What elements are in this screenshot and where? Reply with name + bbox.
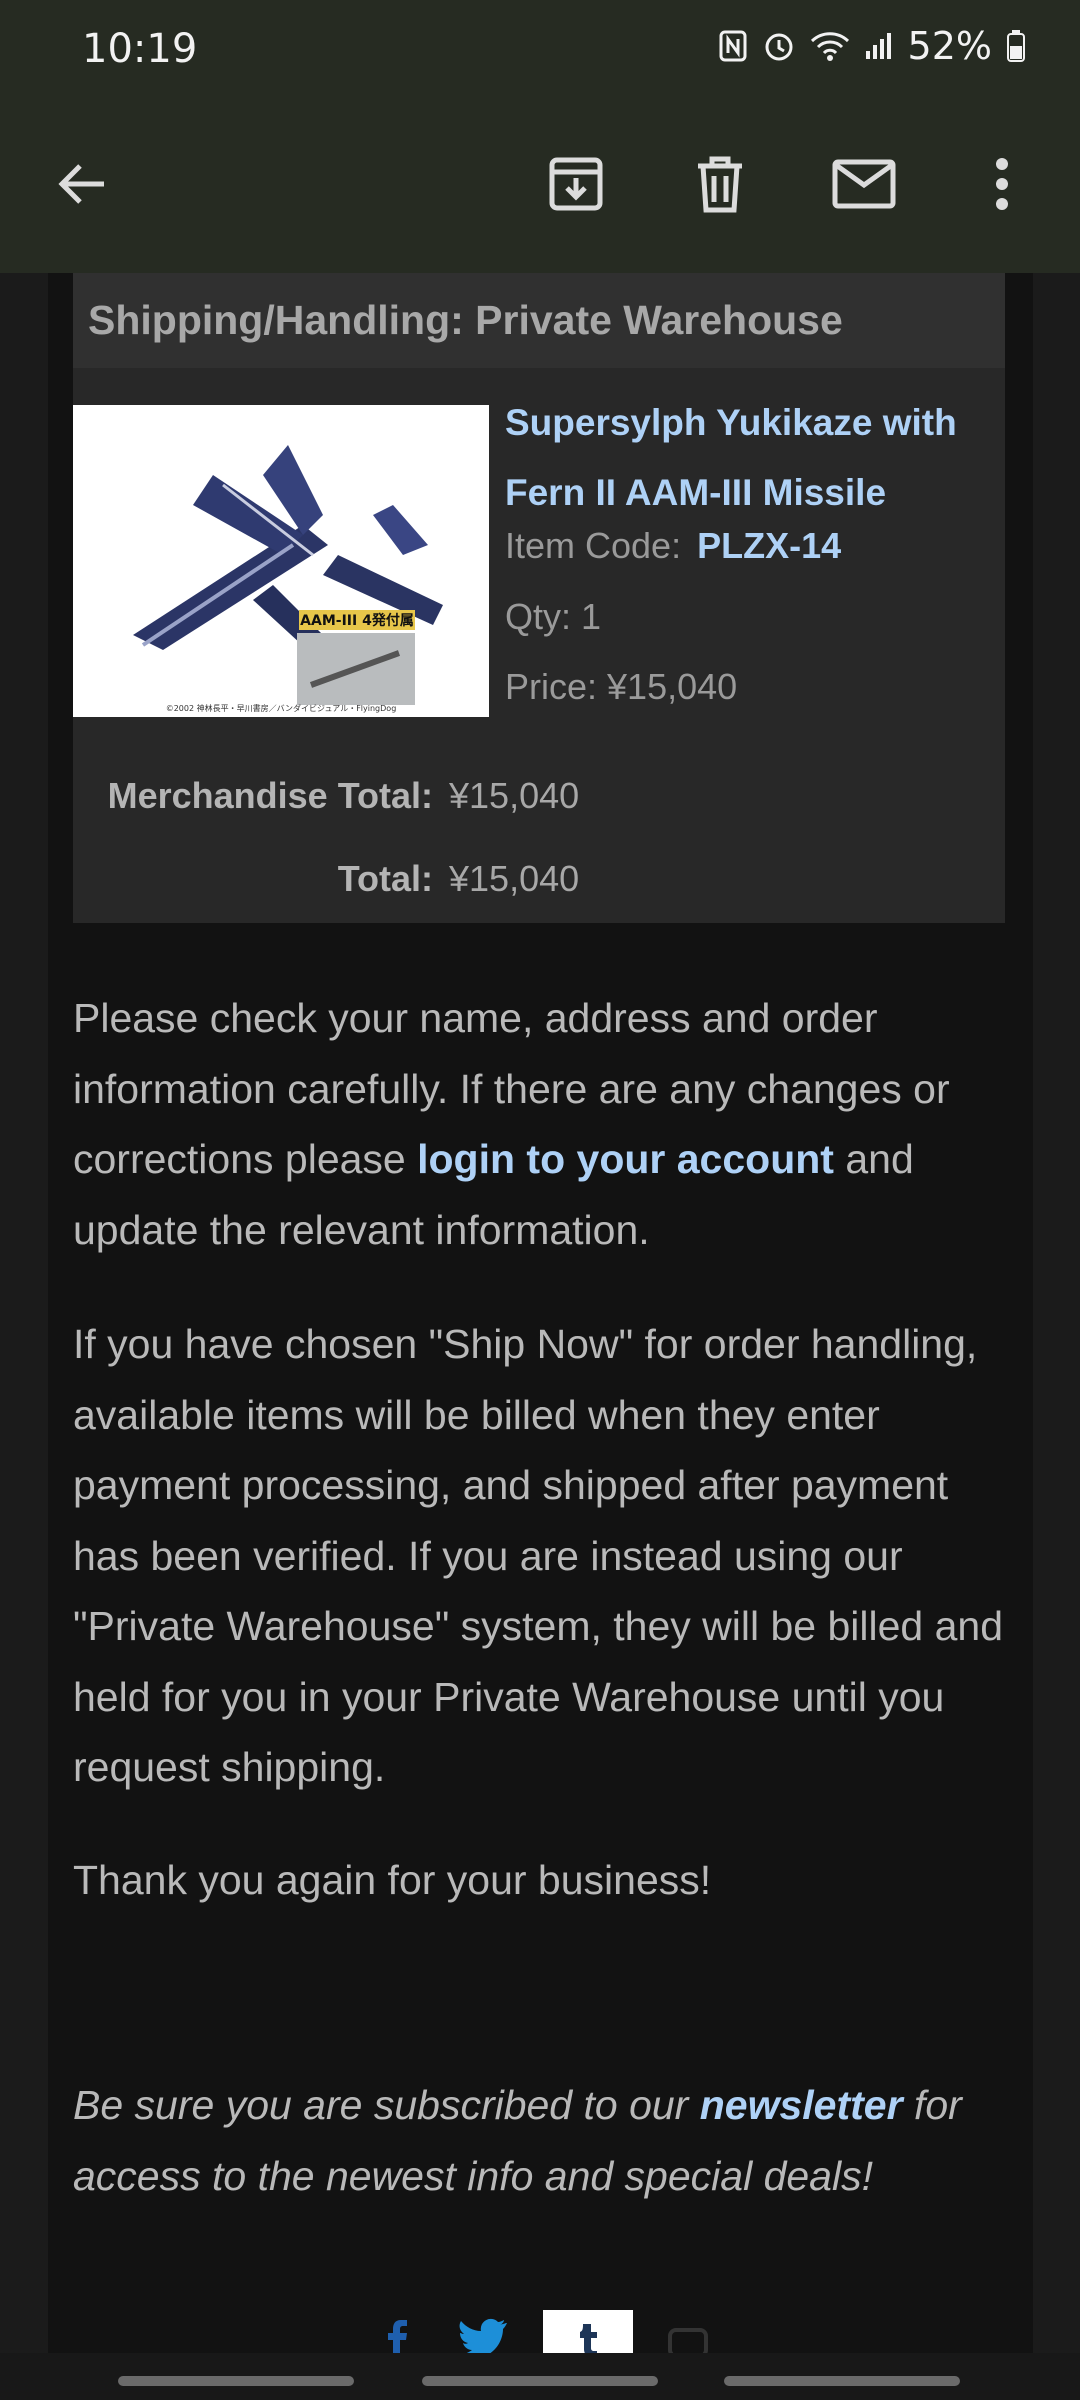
status-time: 10:19 — [82, 26, 198, 72]
qty-text: Qty: 1 — [505, 596, 602, 637]
login-account-link[interactable]: login to your account — [417, 1136, 834, 1182]
twitter-icon[interactable] — [458, 2318, 508, 2353]
newsletter-paragraph: Be sure you are subscribed to our newsle… — [73, 2082, 962, 2199]
trash-icon — [698, 156, 742, 213]
battery-percent: 52% — [907, 24, 992, 68]
system-nav-bar — [0, 2353, 1080, 2400]
thank-you-text: Thank you again for your business! — [73, 1857, 712, 1903]
alarm-icon — [765, 33, 793, 61]
product-image[interactable]: AAM-III 4発付属 ©2002 神林長平・早川書房／バンダイビジュアル・F… — [73, 405, 489, 717]
instagram-icon[interactable] — [668, 2328, 708, 2353]
tumblr-icon[interactable] — [543, 2310, 633, 2353]
billing-info-paragraph: If you have chosen "Ship Now" for order … — [73, 1321, 1004, 1790]
back-button[interactable] — [34, 136, 130, 232]
price-text: Price: ¥15,040 — [505, 666, 738, 707]
mail-icon — [832, 159, 896, 209]
archive-icon — [549, 157, 603, 211]
shipping-header: Shipping/Handling: Private Warehouse — [73, 273, 1005, 368]
nav-back-handle[interactable] — [724, 2376, 960, 2386]
delete-button[interactable] — [672, 136, 768, 232]
check-info-paragraph: Please check your name, address and orde… — [73, 995, 950, 1253]
product-name-link[interactable]: Supersylph Yukikaze with Fern II AAM-III… — [505, 388, 995, 528]
nav-recent-handle[interactable] — [118, 2376, 354, 2386]
item-code-label: Item Code: — [505, 525, 682, 566]
nfc-icon — [719, 30, 747, 62]
total-value: ¥15,040 — [449, 858, 580, 899]
more-vert-icon — [996, 158, 1008, 210]
merch-total-label: Merchandise Total: — [107, 775, 433, 816]
mark-unread-button[interactable] — [816, 136, 912, 232]
merch-total-value: ¥15,040 — [449, 775, 580, 816]
order-summary-card: Shipping/Handling: Private Warehouse AAM… — [73, 273, 1005, 923]
missile-badge: AAM-III 4発付属 — [300, 612, 414, 629]
newsletter-link[interactable]: newsletter — [700, 2082, 903, 2128]
nav-home-handle[interactable] — [422, 2376, 658, 2386]
item-code-row: Item Code: PLZX-14 — [505, 525, 841, 567]
facebook-icon[interactable] — [378, 2318, 418, 2353]
more-options-button[interactable] — [954, 136, 1050, 232]
wifi-icon — [810, 32, 849, 61]
status-icons: 52% — [718, 24, 1026, 68]
arrow-left-icon — [58, 164, 104, 204]
email-body: Shipping/Handling: Private Warehouse AAM… — [48, 273, 1033, 2353]
signal-icon — [865, 33, 891, 59]
archive-button[interactable] — [528, 136, 624, 232]
aircraft-illustration: AAM-III 4発付属 ©2002 神林長平・早川書房／バンダイビジュアル・F… — [73, 405, 489, 717]
total-label: Total: — [337, 858, 433, 899]
email-toolbar — [0, 98, 1080, 273]
image-copyright: ©2002 神林長平・早川書房／バンダイビジュアル・FlyingDog — [166, 703, 397, 713]
battery-icon — [1007, 30, 1025, 62]
item-code-link[interactable]: PLZX-14 — [697, 525, 841, 566]
status-bar: 10:19 52% — [0, 0, 1080, 98]
